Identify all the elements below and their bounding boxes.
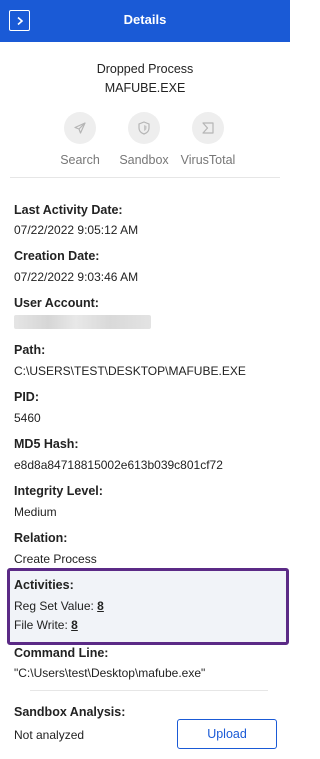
relation-label: Relation:: [14, 531, 68, 545]
details-header: Details: [0, 0, 290, 42]
md5-hash-value: e8d8a84718815002e613b039c801cf72: [14, 458, 223, 472]
user-account-label: User Account:: [14, 296, 99, 310]
creation-date-value: 07/22/2022 9:03:46 AM: [14, 270, 139, 284]
shield-icon: [138, 121, 150, 135]
sandbox-action-button[interactable]: Sandbox: [109, 112, 179, 167]
relation-value: Create Process: [14, 552, 97, 566]
virustotal-action-button[interactable]: VirusTotal: [173, 112, 243, 167]
sandbox-action-label: Sandbox: [119, 153, 169, 167]
virustotal-icon: [202, 122, 214, 134]
integrity-level-label: Integrity Level:: [14, 484, 103, 498]
path-label: Path:: [14, 343, 46, 357]
command-line-label: Command Line:: [14, 646, 109, 660]
path-value: C:\USERS\TEST\DESKTOP\MAFUBE.EXE: [14, 364, 246, 378]
activity-row: File Write: 8: [14, 618, 78, 632]
pid-value: 5460: [14, 411, 41, 425]
command-line-value: "C:\Users\test\Desktop\mafube.exe": [14, 666, 206, 680]
activity-row: Reg Set Value: 8: [14, 599, 104, 613]
creation-date-label: Creation Date:: [14, 249, 100, 263]
activity-label: File Write:: [14, 618, 68, 632]
paper-plane-icon: [74, 122, 86, 134]
md5-hash-label: MD5 Hash:: [14, 437, 79, 451]
process-type: Dropped Process: [96, 62, 194, 76]
last-activity-label: Last Activity Date:: [14, 203, 123, 217]
search-action-button[interactable]: Search: [45, 112, 115, 167]
integrity-level-value: Medium: [14, 505, 57, 519]
divider: [30, 690, 268, 691]
panel-title: Details: [123, 12, 167, 27]
sandbox-analysis-label: Sandbox Analysis:: [14, 705, 126, 719]
file-write-count-link[interactable]: 8: [71, 618, 78, 632]
activities-label: Activities:: [14, 578, 74, 592]
action-bar: Search Sandbox VirusTotal: [0, 112, 290, 172]
process-name: MAFUBE.EXE: [104, 81, 186, 95]
activity-label: Reg Set Value:: [14, 599, 94, 613]
search-action-label: Search: [60, 153, 100, 167]
sandbox-analysis-value: Not analyzed: [14, 728, 85, 742]
reg-set-value-count-link[interactable]: 8: [97, 599, 104, 613]
virustotal-action-label: VirusTotal: [180, 153, 236, 167]
last-activity-value: 07/22/2022 9:05:12 AM: [14, 223, 139, 237]
upload-button[interactable]: Upload: [177, 719, 277, 749]
divider: [10, 177, 280, 178]
pid-label: PID:: [14, 390, 39, 404]
user-account-redacted-value: [14, 315, 151, 329]
